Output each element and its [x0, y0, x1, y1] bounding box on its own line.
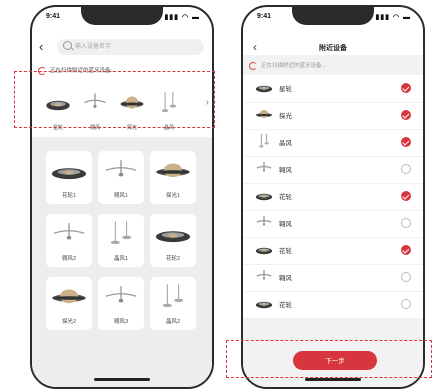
status-icons: ▮▮▮ ◠ ▬ [164, 14, 200, 21]
search-box[interactable] [57, 39, 204, 55]
scan-status: 正在扫描附近的蓝牙设备... [249, 61, 417, 71]
phone-nearby-devices: 9:41 ▮▮▮ ◠ ▬ ‹ 附近设备 正在扫描附近的蓝牙设备... 星轮 探光… [241, 5, 425, 389]
product-grid: 花轮1 翱风1 探光1 翱风2 晶风1 花轮2 探光2 翱风3 晶风2 [32, 137, 212, 387]
product-card[interactable]: 晶风1 [98, 214, 144, 267]
loading-spinner-icon [249, 61, 257, 70]
product-card[interactable]: 翱风1 [98, 151, 144, 204]
device-row[interactable]: 星轮 [243, 75, 423, 103]
status-icons: ▮▮▮ ◠ ▬ [375, 14, 411, 21]
status-bar: 9:41 ▮▮▮ ◠ ▬ [46, 13, 200, 23]
checkbox-checked-icon[interactable] [401, 83, 411, 93]
status-time: 9:41 [46, 13, 61, 20]
device-name: 星轮 [279, 86, 292, 93]
product-label: 探光2 [61, 319, 77, 325]
device-row[interactable]: 花轮 [243, 237, 423, 265]
device-row[interactable]: 翱风 [243, 264, 423, 292]
search-icon [63, 41, 72, 50]
device-row[interactable]: 翱风 [243, 156, 423, 184]
checkbox-unchecked-icon[interactable] [401, 299, 411, 309]
product-card[interactable]: 晶风2 [150, 277, 196, 330]
checkbox-unchecked-icon[interactable] [401, 272, 411, 282]
device-row[interactable]: 翱风 [243, 210, 423, 238]
product-card[interactable]: 翱风2 [46, 214, 92, 267]
checkbox-unchecked-icon[interactable] [401, 218, 411, 228]
device-name: 探光 [279, 113, 292, 120]
device-name: 晶风 [279, 140, 292, 147]
checkbox-checked-icon[interactable] [401, 110, 411, 120]
status-time: 9:41 [257, 13, 272, 20]
phone-device-list: 9:41 ▮▮▮ ◠ ▬ ‹ 正在扫描附近的蓝牙设备... 星轮 翱风 探光 晶… [30, 5, 214, 389]
checkbox-unchecked-icon[interactable] [401, 164, 411, 174]
product-label: 花轮2 [165, 256, 181, 262]
home-indicator [305, 378, 361, 381]
checkbox-checked-icon[interactable] [401, 191, 411, 201]
highlight-frame-scanned-strip [14, 71, 215, 128]
product-label: 花轮1 [61, 193, 77, 199]
product-card[interactable]: 探光1 [150, 151, 196, 204]
product-card[interactable]: 翱风3 [98, 277, 144, 330]
home-indicator [94, 378, 150, 381]
product-card[interactable]: 花轮1 [46, 151, 92, 204]
status-bar: 9:41 ▮▮▮ ◠ ▬ [257, 13, 411, 23]
highlight-frame-next-button [226, 340, 432, 378]
device-row[interactable]: 花轮 [243, 291, 423, 319]
product-label: 晶风1 [113, 256, 129, 262]
device-name: 翱风 [279, 221, 292, 228]
device-name: 花轮 [279, 194, 292, 201]
device-list: 星轮 探光 晶风 翱风 花轮 翱风 花轮 翱风 花轮 [243, 75, 423, 319]
scan-status-text: 正在扫描附近的蓝牙设备... [261, 63, 327, 69]
product-label: 翱风3 [113, 319, 129, 325]
page-title: 附近设备 [319, 45, 347, 52]
product-label: 晶风2 [165, 319, 181, 325]
product-label: 翱风2 [61, 256, 77, 262]
product-card[interactable]: 探光2 [46, 277, 92, 330]
search-input[interactable] [75, 40, 195, 53]
product-label: 翱风1 [113, 193, 129, 199]
device-name: 翱风 [279, 167, 292, 174]
checkbox-checked-icon[interactable] [401, 245, 411, 255]
device-row[interactable]: 花轮 [243, 183, 423, 211]
device-name: 花轮 [279, 248, 292, 255]
device-name: 翱风 [279, 275, 292, 282]
back-button[interactable]: ‹ [39, 40, 43, 53]
device-row[interactable]: 晶风 [243, 129, 423, 157]
product-label: 探光1 [165, 193, 181, 199]
device-row[interactable]: 探光 [243, 102, 423, 130]
device-name: 花轮 [279, 302, 292, 309]
checkbox-checked-icon[interactable] [401, 137, 411, 147]
product-card[interactable]: 花轮2 [150, 214, 196, 267]
